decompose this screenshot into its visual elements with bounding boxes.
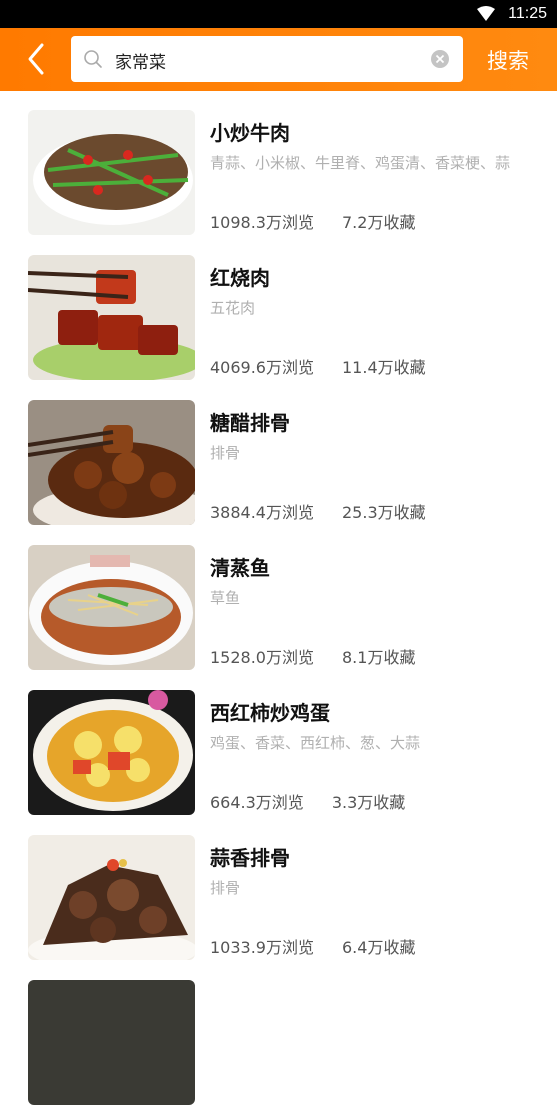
search-icon [84,50,102,68]
wifi-icon [477,6,495,21]
view-count: 4069.6万浏览 [210,358,314,377]
favorite-count: 8.1万收藏 [342,648,416,667]
favorite-count: 25.3万收藏 [342,503,426,522]
recipe-item[interactable]: 红烧肉 五花肉 4069.6万浏览 11.4万收藏 [0,236,557,381]
view-count: 1528.0万浏览 [210,648,314,667]
recipe-image [28,545,195,670]
favorite-count: 11.4万收藏 [342,358,426,377]
search-query: 家常菜 [115,53,166,73]
recipe-stats: 4069.6万浏览 11.4万收藏 [210,354,426,378]
recipe-image [28,980,195,1105]
favorite-count: 6.4万收藏 [342,938,416,957]
recipe-item[interactable]: 小炒牛肉 青蒜、小米椒、牛里脊、鸡蛋清、香菜梗、蒜 1098.3万浏览 7.2万收… [0,91,557,236]
search-button[interactable]: 搜索 [487,45,529,75]
recipe-title: 红烧肉 [210,266,270,290]
favorite-count: 3.3万收藏 [331,793,406,812]
clear-icon[interactable] [431,50,449,68]
recipe-image [28,110,195,235]
recipe-image [28,835,195,960]
recipe-title: 蒜香排骨 [210,846,290,870]
recipe-image [28,400,195,525]
recipe-title: 糖醋排骨 [210,411,290,435]
recipe-ingredients: 青蒜、小米椒、牛里脊、鸡蛋清、香菜梗、蒜 [210,154,511,172]
view-count: 1098.3万浏览 [210,213,314,232]
view-count: 664.3万浏览 [210,793,304,812]
recipe-ingredients: 草鱼 [210,589,241,607]
back-arrow-icon[interactable] [22,40,52,78]
search-input[interactable]: 家常菜 [71,36,463,82]
app-bar: 家常菜 搜索 [0,28,557,91]
recipe-title: 小炒牛肉 [210,121,290,145]
status-bar: 11:25 [0,0,557,28]
view-count: 3884.4万浏览 [210,503,314,522]
recipe-title: 清蒸鱼 [210,556,270,580]
recipe-image [28,255,195,380]
recipe-ingredients: 排骨 [210,879,241,897]
recipe-image [28,690,195,815]
recipe-ingredients: 排骨 [210,444,241,462]
recipe-title: 西红柿炒鸡蛋 [210,701,330,725]
recipe-stats: 1033.9万浏览 6.4万收藏 [210,934,415,958]
recipe-item[interactable]: 糖醋排骨 排骨 3884.4万浏览 25.3万收藏 [0,381,557,526]
recipe-ingredients: 鸡蛋、香菜、西红柿、葱、大蒜 [210,734,421,752]
recipe-item-partial[interactable] [0,961,557,1106]
favorite-count: 7.2万收藏 [342,213,416,232]
recipe-stats: 1528.0万浏览 8.1万收藏 [210,644,415,668]
recipe-item[interactable]: 清蒸鱼 草鱼 1528.0万浏览 8.1万收藏 [0,526,557,671]
recipe-stats: 664.3万浏览 3.3万收藏 [210,789,405,813]
status-time: 11:25 [508,5,547,22]
view-count: 1033.9万浏览 [210,938,314,957]
recipe-stats: 1098.3万浏览 7.2万收藏 [210,209,415,233]
recipe-item[interactable]: 西红柿炒鸡蛋 鸡蛋、香菜、西红柿、葱、大蒜 664.3万浏览 3.3万收藏 [0,671,557,816]
recipe-item[interactable]: 蒜香排骨 排骨 1033.9万浏览 6.4万收藏 [0,816,557,961]
recipe-stats: 3884.4万浏览 25.3万收藏 [210,499,426,523]
recipe-ingredients: 五花肉 [210,299,256,317]
